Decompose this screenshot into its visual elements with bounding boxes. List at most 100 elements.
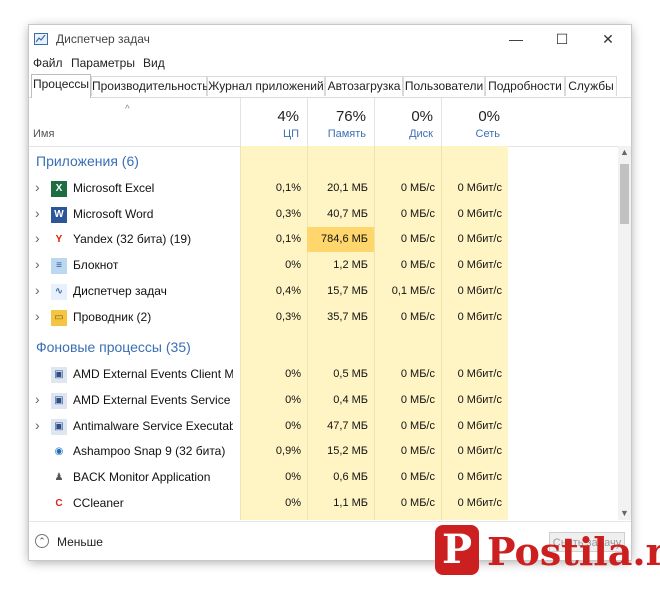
column-header: ^ Имя 4% ЦП 76% Память 0% Диск 0% Сеть bbox=[29, 98, 631, 147]
minimize-button[interactable]: — bbox=[493, 25, 539, 54]
process-mem-cell: 35,7 МБ bbox=[327, 310, 368, 323]
process-cpu-cell: 0,1% bbox=[275, 182, 301, 194]
tab-app-history[interactable]: Журнал приложений bbox=[207, 76, 325, 96]
process-mem-cell: 0,6 МБ bbox=[333, 471, 368, 483]
process-mem-cell: 40,7 МБ bbox=[327, 207, 368, 220]
process-name: Ashampoo Snap 9 (32 бита) bbox=[73, 444, 226, 459]
yandex-icon: Y bbox=[51, 232, 67, 249]
menu-options[interactable]: Параметры bbox=[71, 56, 135, 70]
process-cpu-cell: 0% bbox=[285, 259, 301, 272]
process-row[interactable]: › ∿ Диспетчер задач 0,4% 15,7 МБ 0,1 МБ/с 0 Мб… bbox=[29, 279, 619, 304]
process-disk-cell: 0 МБ/с bbox=[400, 419, 435, 432]
close-button[interactable]: ✕ bbox=[585, 25, 631, 54]
cpu-label: ЦП bbox=[282, 128, 299, 140]
process-mem-cell: 15,7 МБ bbox=[327, 284, 368, 297]
disk-label: Диск bbox=[409, 128, 433, 140]
tab-services[interactable]: Службы bbox=[565, 76, 617, 96]
process-name: Блокнот bbox=[73, 258, 119, 273]
process-row[interactable]: › X Microsoft Excel 0,1% 20,1 МБ 0 МБ/с 0 Мбит… bbox=[29, 176, 619, 201]
scroll-thumb[interactable] bbox=[620, 164, 629, 224]
column-network-header[interactable]: 0% Сеть bbox=[441, 98, 508, 146]
process-name: Yandex (32 бита) (19) bbox=[73, 232, 192, 247]
process-row[interactable]: › ▣ Antimalware Service Executable 0% 47,7 М… bbox=[29, 414, 619, 439]
column-cpu-header[interactable]: 4% ЦП bbox=[240, 98, 307, 146]
expand-chevron-icon[interactable]: › bbox=[35, 417, 40, 433]
scroll-down-icon[interactable]: ▼ bbox=[618, 507, 631, 520]
window-title: Диспетчер задач bbox=[56, 32, 150, 46]
process-mem-cell: 784,6 МБ bbox=[307, 227, 374, 253]
process-mem-cell: 1,1 МБ bbox=[333, 496, 368, 509]
process-row[interactable]: › ≡ Блокнот 0% 1,2 МБ 0 МБ/с 0 Мбит/с bbox=[29, 253, 619, 278]
back-monitor-icon: ♟ bbox=[51, 470, 67, 486]
expand-chevron-icon[interactable]: › bbox=[35, 205, 40, 221]
tab-details[interactable]: Подробности bbox=[485, 76, 565, 96]
process-row[interactable]: C CCleaner 0% 1,1 МБ 0 МБ/с 0 Мбит/с bbox=[29, 491, 619, 516]
notepad-icon: ≡ bbox=[51, 258, 67, 275]
process-row[interactable]: ◉ Ashampoo Snap 9 (32 бита) 0,9% 15,2 МБ 0 М… bbox=[29, 439, 619, 464]
tab-users[interactable]: Пользователи bbox=[403, 76, 485, 96]
group-title: Фоновые процессы (35) bbox=[36, 339, 191, 356]
process-net-cell: 0 Мбит/с bbox=[457, 496, 502, 509]
process-mem-cell: 15,2 МБ bbox=[327, 445, 368, 458]
process-cpu-cell: 0,3% bbox=[275, 310, 301, 323]
process-name: CCleaner bbox=[73, 495, 124, 510]
expand-chevron-icon[interactable]: › bbox=[35, 230, 40, 246]
menu-view[interactable]: Вид bbox=[143, 56, 165, 70]
expand-chevron-icon[interactable]: › bbox=[35, 308, 40, 324]
task-manager-window: Диспетчер задач — ☐ ✕ Файл Параметры Вид… bbox=[29, 25, 631, 560]
scroll-up-icon[interactable]: ▲ bbox=[618, 146, 631, 159]
process-row[interactable]: › ▣ AMD External Events Service M... 0% 0,4 … bbox=[29, 388, 619, 413]
collapse-icon[interactable]: ⌃ bbox=[35, 534, 49, 548]
process-name: Диспетчер задач bbox=[73, 283, 167, 298]
explorer-icon: ▭ bbox=[51, 309, 67, 326]
tab-performance[interactable]: Производительность bbox=[91, 76, 208, 96]
process-name: Microsoft Word bbox=[73, 206, 154, 221]
postila-watermark: P Postila.ru bbox=[435, 525, 660, 580]
process-mem-cell: 0,5 МБ bbox=[333, 368, 368, 381]
taskmgr-icon: ∿ bbox=[51, 283, 67, 300]
maximize-button[interactable]: ☐ bbox=[539, 25, 585, 54]
process-cpu-cell: 0% bbox=[285, 471, 301, 483]
process-name: AMD External Events Client Mo... bbox=[73, 367, 233, 382]
fewer-details-link[interactable]: Меньше bbox=[57, 535, 103, 549]
process-row[interactable]: ♟ BACK Monitor Application 0% 0,6 МБ 0 МБ/с 0… bbox=[29, 465, 619, 490]
process-list: Приложения (6) › X Microsoft Excel 0,1% 20,1 … bbox=[29, 146, 631, 520]
watermark-text: Postila.ru bbox=[487, 529, 660, 574]
expand-chevron-icon[interactable]: › bbox=[35, 256, 40, 272]
column-name-header[interactable]: Имя bbox=[33, 128, 54, 140]
task-manager-icon bbox=[34, 33, 48, 45]
process-net-cell: 0 Мбит/с bbox=[457, 284, 502, 297]
process-cpu-cell: 0,9% bbox=[275, 445, 301, 458]
column-disk-header[interactable]: 0% Диск bbox=[374, 98, 441, 146]
sort-indicator-icon: ^ bbox=[125, 104, 130, 115]
process-row[interactable]: › ▭ Проводник (2) 0,3% 35,7 МБ 0 МБ/с 0 Мбит/с bbox=[29, 305, 619, 330]
process-net-cell: 0 Мбит/с bbox=[457, 368, 502, 381]
service-icon: ▣ bbox=[51, 367, 67, 384]
service-icon: ▣ bbox=[51, 392, 67, 409]
tab-startup[interactable]: Автозагрузка bbox=[325, 76, 403, 96]
group-header[interactable]: Фоновые процессы (35) bbox=[29, 336, 619, 361]
menu-file[interactable]: Файл bbox=[33, 56, 63, 70]
cpu-total: 4% bbox=[277, 108, 299, 125]
process-disk-cell: 0 МБ/с bbox=[400, 368, 435, 381]
disk-total: 0% bbox=[411, 108, 433, 125]
process-net-cell: 0 Мбит/с bbox=[457, 259, 502, 272]
process-row[interactable]: ▣ AMD External Events Client Mo... 0% 0,5 М… bbox=[29, 362, 619, 387]
ccleaner-icon: C bbox=[51, 495, 67, 512]
process-disk-cell: 0 МБ/с bbox=[400, 259, 435, 272]
process-row[interactable]: › W Microsoft Word 0,3% 40,7 МБ 0 МБ/с 0 Мбит/… bbox=[29, 202, 619, 227]
expand-chevron-icon[interactable]: › bbox=[35, 282, 40, 298]
column-memory-header[interactable]: 76% Память bbox=[307, 98, 374, 146]
group-header[interactable]: Приложения (6) bbox=[29, 150, 619, 175]
process-disk-cell: 0 МБ/с bbox=[400, 310, 435, 323]
tab-processes[interactable]: Процессы bbox=[31, 74, 91, 98]
vertical-scrollbar[interactable]: ▲ ▼ bbox=[618, 146, 631, 520]
network-label: Сеть bbox=[475, 128, 500, 140]
process-mem-cell: 20,1 МБ bbox=[327, 182, 368, 194]
expand-chevron-icon[interactable]: › bbox=[35, 179, 40, 195]
service-icon: ▣ bbox=[51, 418, 67, 435]
process-cpu-cell: 0% bbox=[285, 496, 301, 509]
process-row[interactable]: › Y Yandex (32 бита) (19) 0,1% 784,6 МБ 0 МБ/… bbox=[29, 227, 619, 253]
process-name: Antimalware Service Executable bbox=[73, 418, 233, 433]
expand-chevron-icon[interactable]: › bbox=[35, 391, 40, 407]
